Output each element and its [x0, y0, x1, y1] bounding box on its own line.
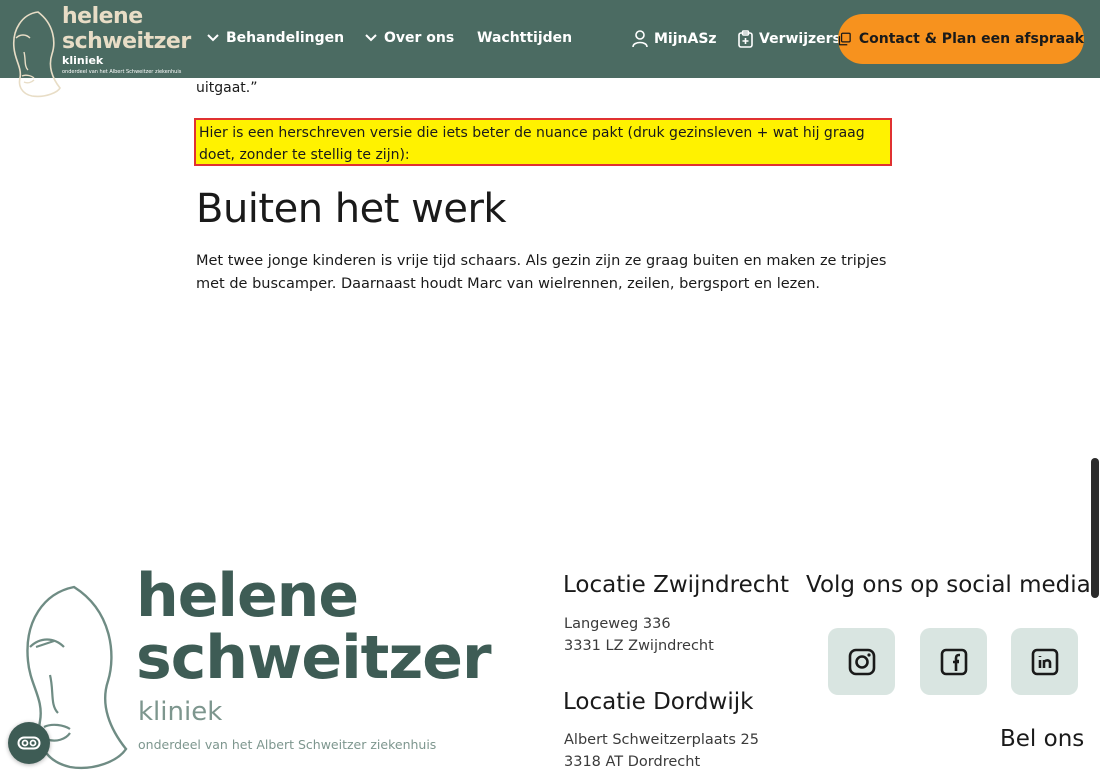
footer-logo-kliniek: kliniek [138, 697, 223, 727]
location-city: 3331 LZ Zwijndrecht [564, 638, 714, 654]
instagram-button[interactable] [828, 628, 895, 695]
footer-logo[interactable]: helene schweitzer kliniek onderdeel van … [8, 565, 492, 770]
footer-logo-subtitle: onderdeel van het Albert Schweitzer ziek… [138, 737, 437, 752]
logo-wordmark: helene schweitzer [62, 4, 191, 54]
nav-wachttijden[interactable]: Wachttijden [477, 30, 572, 46]
nav-label: Over ons [384, 30, 455, 46]
logo-kliniek: kliniek [62, 54, 104, 67]
cta-label: Contact & Plan een afspraak [858, 31, 1084, 47]
nav-label: Behandelingen [226, 30, 345, 46]
user-icon [632, 30, 648, 48]
calendar-copy-icon [838, 32, 851, 46]
logo-subtitle: onderdeel van het Albert Schweitzer ziek… [62, 69, 182, 75]
nav-label: MijnASz [654, 31, 717, 47]
linkedin-icon [1031, 648, 1058, 675]
facebook-button[interactable] [920, 628, 987, 695]
face-line-logo-icon [13, 11, 61, 98]
header-logo[interactable]: helene schweitzer kliniek onderdeel van … [4, 2, 194, 98]
section-heading: Buiten het werk [196, 186, 507, 232]
location-street: Albert Schweitzerplaats 25 [564, 732, 759, 748]
footer-logo-line2: schweitzer [136, 623, 492, 693]
highlighted-note: Hier is een herschreven versie die iets … [194, 118, 892, 166]
accessibility-icon [17, 736, 41, 750]
location-title-dordwijk: Locatie Dordwijk [563, 689, 754, 715]
contact-plan-afspraak-button[interactable]: Contact & Plan een afspraak [838, 14, 1084, 64]
accessibility-button[interactable] [8, 722, 50, 764]
scrollbar[interactable] [1090, 0, 1100, 773]
scrollbar-thumb[interactable] [1091, 458, 1099, 598]
location-city: 3318 AT Dordrecht [564, 754, 701, 770]
bel-ons-heading: Bel ons [1000, 726, 1085, 752]
logo-line2: schweitzer [62, 29, 191, 54]
chevron-down-icon [365, 34, 377, 42]
nav-over-ons[interactable]: Over ons [364, 30, 454, 46]
section-paragraph: Met twee jonge kinderen is vrije tijd sc… [196, 253, 887, 292]
quote-end-text: uitgaat.” [196, 80, 258, 96]
facebook-icon [940, 648, 967, 675]
nav-behandelingen[interactable]: Behandelingen [206, 30, 344, 46]
footer-logo-line1: helene [136, 561, 359, 631]
location-title-zwijndrecht: Locatie Zwijndrecht [563, 572, 789, 598]
nav-label: Wachttijden [477, 30, 573, 46]
nav-label: Verwijzers [759, 31, 841, 47]
nav-mijnasz[interactable]: MijnASz [632, 30, 717, 48]
social-title: Volg ons op social media! [806, 572, 1100, 598]
nav-verwijzers[interactable]: Verwijzers [738, 30, 841, 48]
instagram-icon [848, 648, 875, 675]
linkedin-button[interactable] [1011, 628, 1078, 695]
logo-line1: helene [62, 4, 143, 29]
footer-wordmark: helene schweitzer [136, 561, 492, 693]
chevron-down-icon [207, 34, 219, 42]
clipboard-icon [738, 30, 753, 48]
location-street: Langeweg 336 [564, 616, 671, 632]
